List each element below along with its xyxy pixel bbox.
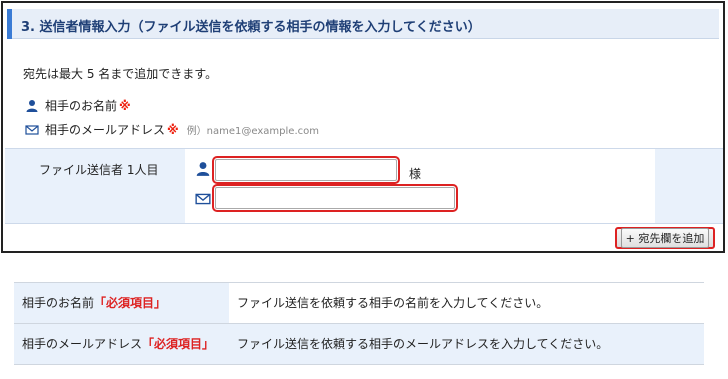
recipient-info-panel: 3. 送信者情報入力（ファイル送信を依頼する相手の情報を入力してください） 宛先…: [1, 1, 725, 253]
header-accent-bar: [7, 9, 12, 39]
help-description: ファイル送信を依頼する相手の名前を入力してください。: [229, 282, 704, 324]
person-icon: [195, 161, 211, 177]
help-field-cell: 相手のお名前「必須項目」: [14, 282, 229, 324]
required-mark: ※: [167, 122, 179, 137]
help-field-name: 相手のメールアドレス: [22, 337, 143, 351]
help-required: 「必須項目」: [94, 296, 167, 310]
help-field-name: 相手のお名前: [22, 296, 95, 310]
add-recipient-button[interactable]: + 宛先欄を追加: [615, 227, 715, 249]
honorific-label: 様: [409, 167, 422, 181]
recipient-row-1: ファイル送信者 1人目 様: [5, 148, 723, 224]
section-title: 3. 送信者情報入力（ファイル送信を依頼する相手の情報を入力してください）: [21, 20, 481, 35]
help-row-email: 相手のメールアドレス「必須項目」 ファイル送信を依頼する相手のメールアドレスを入…: [14, 323, 704, 365]
legend-email: 相手のメールアドレス ※ 例）name1@example.com: [25, 121, 319, 138]
field-help-table: 相手のお名前「必須項目」 ファイル送信を依頼する相手の名前を入力してください。 …: [14, 282, 704, 365]
person-icon: [25, 99, 39, 113]
required-mark: ※: [119, 98, 131, 113]
recipient-name-input[interactable]: [212, 156, 400, 184]
mail-icon: [195, 191, 211, 207]
recipient-row-label: ファイル送信者 1人目: [39, 163, 159, 177]
recipient-inputs: 様: [185, 149, 655, 223]
email-example: 例）name1@example.com: [186, 126, 319, 137]
help-field-cell: 相手のメールアドレス「必須項目」: [14, 323, 229, 365]
section-header: 3. 送信者情報入力（ファイル送信を依頼する相手の情報を入力してください）: [7, 9, 719, 39]
help-required: 「必須項目」: [142, 337, 215, 351]
recipient-email-input[interactable]: [212, 184, 458, 212]
help-row-name: 相手のお名前「必須項目」 ファイル送信を依頼する相手の名前を入力してください。: [14, 282, 704, 324]
legend-name: 相手のお名前 ※: [25, 97, 131, 114]
add-recipient-label: + 宛先欄を追加: [620, 228, 710, 248]
legend-name-label: 相手のお名前: [45, 99, 118, 113]
mail-icon: [25, 123, 39, 137]
intro-text: 宛先は最大 5 名まで追加できます。: [23, 67, 218, 81]
help-description: ファイル送信を依頼する相手のメールアドレスを入力してください。: [229, 323, 704, 365]
legend-email-label: 相手のメールアドレス: [45, 123, 166, 137]
